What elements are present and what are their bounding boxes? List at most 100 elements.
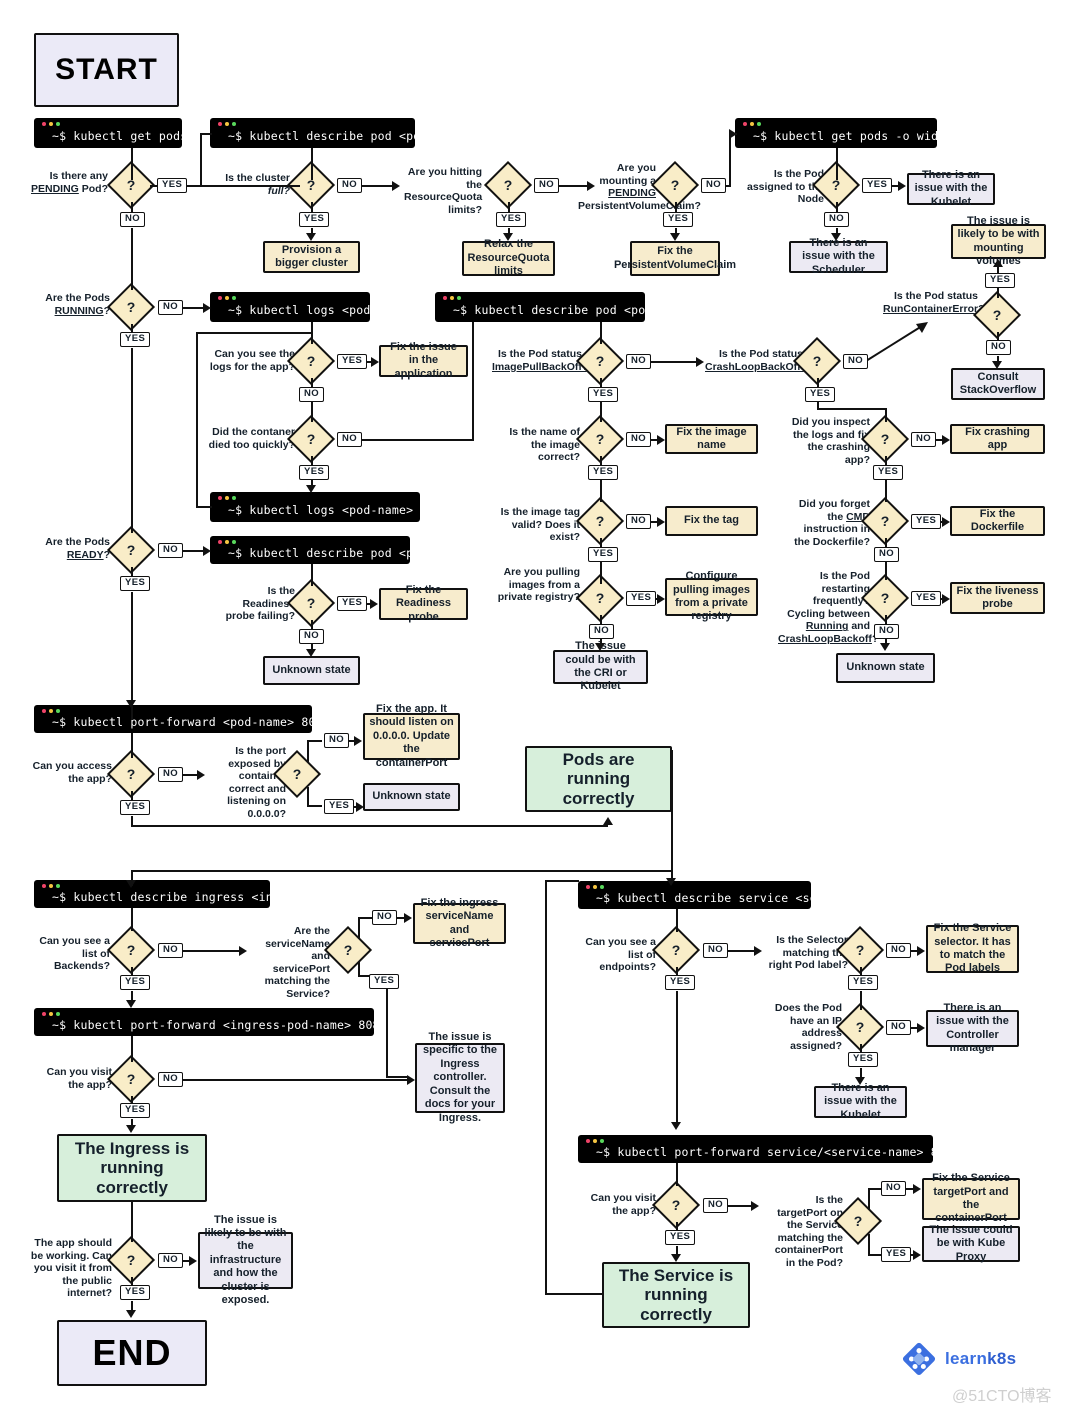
decision-image-name[interactable]: ?	[575, 414, 625, 464]
decision-resourcequota[interactable]: ?	[483, 160, 533, 210]
edge-label-no: NO	[703, 943, 729, 958]
diamond-question-mark: ?	[671, 1197, 681, 1213]
decision-runcontainererror[interactable]: ?	[972, 290, 1022, 340]
edge-label-yes: YES	[911, 591, 942, 606]
decision-image-tag[interactable]: ?	[575, 496, 625, 546]
decision-backends-list[interactable]: ?	[106, 925, 156, 975]
edge-label-no: NO	[824, 212, 850, 227]
decision-port-exposed[interactable]: ?	[272, 749, 322, 799]
edge-label-no: NO	[911, 432, 937, 447]
decision-public-internet[interactable]: ?	[106, 1235, 156, 1285]
decision-readiness-failing[interactable]: ?	[286, 578, 336, 628]
terminal-describe-pod-3[interactable]: ~$ kubectl describe pod <pod-name>	[210, 536, 470, 564]
decision-selector-match[interactable]: ?	[835, 925, 885, 975]
edge-label-no: NO	[626, 354, 652, 369]
decision-visit-app-ingress[interactable]: ?	[106, 1054, 156, 1104]
info-cri-kubelet: The issue could be with the CRI or Kubel…	[553, 640, 648, 692]
action-configure-registry: Configure pulling images from a private …	[665, 570, 758, 622]
terminal-describe-service[interactable]: ~$ kubectl describe service <service-nam…	[578, 881, 895, 909]
decision-pods-ready[interactable]: ?	[106, 525, 156, 575]
decision-pods-running[interactable]: ?	[106, 282, 156, 332]
diamond-question-mark: ?	[503, 177, 513, 193]
edge-label-yes: YES	[120, 332, 151, 347]
edge-label-yes: YES	[665, 975, 696, 990]
diamond-question-mark: ?	[595, 353, 605, 369]
diamond-question-mark: ?	[880, 431, 890, 447]
edge-label-no: NO	[626, 432, 652, 447]
terminal-command: ~$ kubectl describe pod <pod-name>	[228, 128, 471, 143]
terminal-describe-pod-1[interactable]: ~$ kubectl describe pod <pod-name>	[210, 118, 470, 148]
success-label: The Service is running correctly	[618, 1266, 734, 1324]
terminal-get-pods[interactable]: ~$ kubectl get pods	[34, 118, 187, 148]
action-fix-crashing-app: Fix crashing app	[950, 424, 1045, 454]
success-ingress-ok: The Ingress is running correctly	[57, 1134, 207, 1202]
decision-cmd-instruction[interactable]: ?	[860, 496, 910, 546]
action-fix-pvc: Fix the PersistentVolumeClaim	[614, 241, 736, 276]
edge-label-yes: YES	[299, 465, 330, 480]
terminal-dots	[218, 540, 236, 544]
terminal-port-forward-ingress[interactable]: ~$ kubectl port-forward <ingress-pod-nam…	[34, 1008, 493, 1036]
decision-container-died[interactable]: ?	[286, 414, 336, 464]
decision-crashloopbackoff[interactable]: ?	[792, 336, 842, 386]
edge-label-yes: YES	[848, 975, 879, 990]
edge-label-yes: YES	[496, 212, 527, 227]
question-backends-list: Can you see a list of Backends?	[39, 935, 110, 973]
terminal-get-pods-wide[interactable]: ~$ kubectl get pods -o wide	[735, 118, 945, 148]
edge-label-yes: YES	[588, 387, 619, 402]
decision-inspect-logs[interactable]: ?	[860, 414, 910, 464]
decision-restarting[interactable]: ?	[860, 573, 910, 623]
terminal-describe-ingress[interactable]: ~$ kubectl describe ingress <ingress-nam…	[34, 880, 351, 908]
edge-label-no: NO	[158, 1253, 184, 1268]
question-access-app: Can you access the app?	[32, 760, 112, 785]
question-inspect-logs: Did you inspect the logs and fix the cra…	[791, 416, 870, 466]
info-unknown-state-1: Unknown state	[263, 656, 360, 685]
info-label: Unknown state	[272, 663, 351, 676]
decision-endpoints-list[interactable]: ?	[651, 925, 701, 975]
decision-access-app[interactable]: ?	[106, 749, 156, 799]
question-endpoints-list: Can you see a list of endpoints?	[585, 936, 656, 974]
edge-label-no: NO	[703, 1198, 729, 1213]
decision-pending-pvc[interactable]: ?	[650, 160, 700, 210]
edge-label-no: NO	[843, 354, 869, 369]
success-service-ok: The Service is running correctly	[602, 1262, 750, 1328]
action-fix-listen: Fix the app. It should listen on 0.0.0.0…	[363, 703, 460, 769]
terminal-logs-previous[interactable]: ~$ kubectl logs <pod-name> --previous	[210, 492, 491, 522]
decision-visit-app-service[interactable]: ?	[651, 1180, 701, 1230]
terminal-port-forward-pod[interactable]: ~$ kubectl port-forward <pod-name> 8080:…	[34, 705, 408, 733]
action-label: Fix the Service targetPort and the conta…	[932, 1172, 1010, 1225]
diamond-question-mark: ?	[992, 307, 1002, 323]
decision-pod-ip[interactable]: ?	[835, 1002, 885, 1052]
edge-label-yes: YES	[157, 178, 188, 193]
info-label: There is an issue with the Kubelet	[824, 1081, 897, 1121]
edge-label-no: NO	[120, 212, 146, 227]
terminal-command: ~$ kubectl describe ingress <ingress-nam…	[52, 889, 352, 904]
edge-label-no: NO	[874, 624, 900, 639]
edge-label-no: NO	[324, 733, 350, 748]
terminal-logs[interactable]: ~$ kubectl logs <pod-name>	[210, 292, 413, 322]
edge-label-no: NO	[534, 178, 560, 193]
action-fix-tag: Fix the tag	[665, 506, 758, 536]
action-label: Fix the Readiness probe	[395, 583, 452, 623]
action-label: Provision a bigger cluster	[275, 243, 348, 269]
question-cmd-instruction: Did you forget the CMD instruction in th…	[794, 498, 870, 548]
action-fix-ingress-names: Fix the ingress serviceName and serviceP…	[413, 897, 506, 949]
action-label: Fix the liveness probe	[956, 584, 1039, 610]
edge-label-no: NO	[158, 1072, 184, 1087]
action-fix-image-name: Fix the image name	[665, 424, 758, 454]
terminal-command: ~$ kubectl port-forward <pod-name> 8080:…	[52, 714, 409, 729]
action-label: Fix crashing app	[965, 425, 1030, 451]
terminal-command: ~$ kubectl logs <pod-name>	[228, 302, 414, 317]
info-consult-stackoverflow: Consult StackOverflow	[951, 368, 1045, 400]
info-infrastructure: The issue is likely to be with the infra…	[198, 1214, 293, 1306]
decision-see-logs[interactable]: ?	[286, 336, 336, 386]
decision-imagepullbackoff[interactable]: ?	[575, 336, 625, 386]
edge-label-no: NO	[158, 300, 184, 315]
edge-label-yes: YES	[862, 178, 893, 193]
edge-label-yes: YES	[873, 465, 904, 480]
terminal-port-forward-service[interactable]: ~$ kubectl port-forward service/<service…	[578, 1135, 1066, 1163]
edge-label-yes: YES	[337, 354, 368, 369]
question-pods-running: Are the Pods RUNNING?	[45, 292, 110, 317]
decision-private-registry[interactable]: ?	[575, 573, 625, 623]
terminal-describe-pod-2[interactable]: ~$ kubectl describe pod <pod-name>	[435, 292, 695, 322]
question-selector-match: Is the Selector matching the right Pod l…	[768, 934, 848, 972]
